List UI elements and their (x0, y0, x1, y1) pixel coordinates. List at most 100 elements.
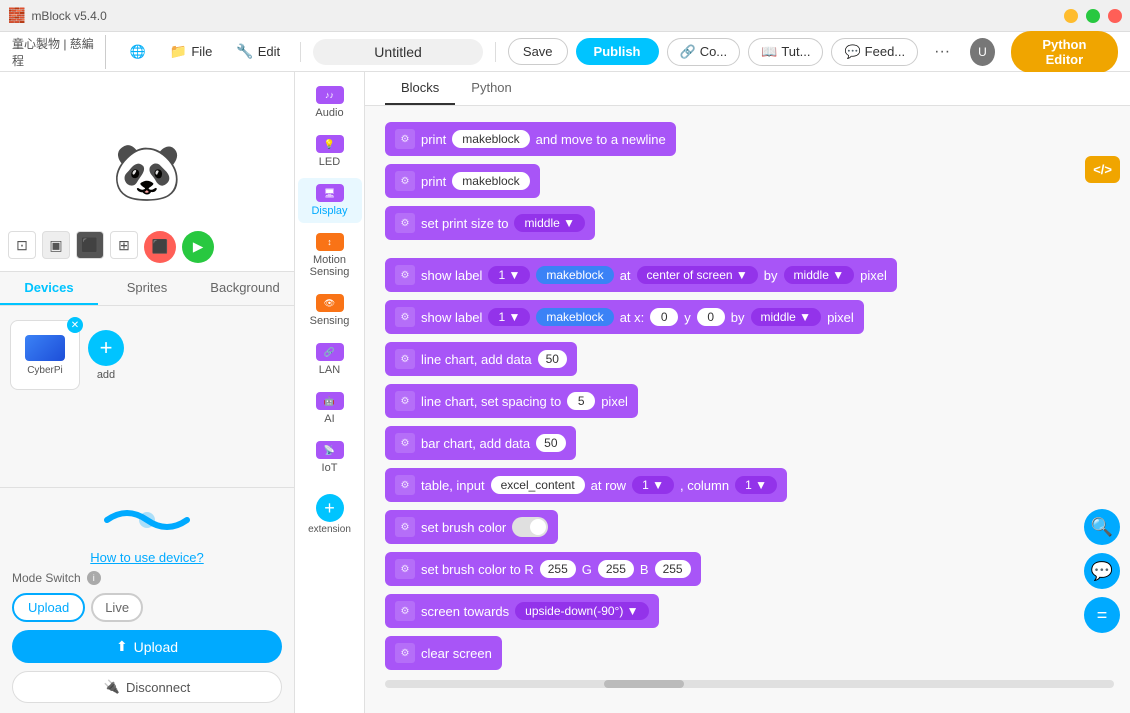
zoom-search-button[interactable]: 🔍 (1084, 509, 1120, 545)
block-body[interactable]: ⚙ screen towards upside-down(-90°) ▼ (385, 594, 659, 628)
user-avatar[interactable]: U (970, 38, 995, 66)
block-dropdown-align2[interactable]: middle ▼ (751, 308, 822, 326)
stop-button[interactable]: ⬛ (144, 231, 176, 263)
block-g-label: G (582, 562, 592, 577)
tab-background[interactable]: Background (196, 272, 294, 305)
block-r-val[interactable]: 255 (540, 560, 576, 578)
project-title-input[interactable] (313, 39, 483, 65)
add-extension-button[interactable]: + (316, 494, 344, 522)
maximize-button[interactable] (1086, 9, 1100, 23)
stage-grid-button[interactable]: ⊞ (110, 231, 138, 259)
how-to-use-link[interactable]: How to use device? (12, 550, 282, 565)
block-body[interactable]: ⚙ set brush color (385, 510, 558, 544)
edit-menu[interactable]: 🔧 Edit (228, 39, 288, 64)
category-motion[interactable]: ↕ Motion Sensing (298, 227, 362, 284)
feedback-icon: 💬 (844, 44, 860, 60)
block-body[interactable]: ⚙ bar chart, add data 50 (385, 426, 576, 460)
category-sensing[interactable]: 👁 Sensing (298, 288, 362, 333)
device-remove-button[interactable]: ✕ (67, 317, 83, 333)
publish-button[interactable]: Publish (576, 38, 659, 65)
run-button[interactable]: ▶ (182, 231, 214, 263)
feedback-button[interactable]: 💬 Feed... (831, 38, 918, 66)
tab-devices[interactable]: Devices (0, 272, 98, 305)
block-body[interactable]: ⚙ clear screen (385, 636, 502, 670)
connect-button[interactable]: 🔗 Co... (667, 38, 741, 66)
menu-bar: 童心製物 | 慈編程 🌐 📁 File 🔧 Edit Save Publish … (0, 32, 1130, 72)
block-handle-icon: ⚙ (395, 559, 415, 579)
block-dropdown-label-num[interactable]: 1 ▼ (488, 266, 530, 284)
block-x-val[interactable]: 0 (650, 308, 678, 326)
lan-icon: 🔗 (316, 343, 344, 361)
device-card-cyberpi[interactable]: ✕ CyberPi (10, 320, 80, 390)
block-body[interactable]: ⚙ show label 1 ▼ makeblock at x: 0 y 0 b… (385, 300, 864, 334)
zoom-chat-button[interactable]: 💬 (1084, 553, 1120, 589)
file-menu[interactable]: 📁 File (162, 39, 220, 64)
live-mode-button[interactable]: Live (91, 593, 143, 622)
stage-full-button[interactable]: ⬛ (76, 231, 104, 259)
tab-blocks[interactable]: Blocks (385, 72, 455, 105)
block-pill-excel[interactable]: excel_content (491, 476, 585, 494)
category-sidebar: ♪♪ Audio 💡 LED 🖥 Display ↕ Motion Sensin… (295, 72, 365, 713)
zoom-equals-button[interactable]: = (1084, 597, 1120, 633)
extension-label: extension (308, 524, 351, 535)
tab-python[interactable]: Python (455, 72, 527, 105)
block-bar-val[interactable]: 50 (536, 434, 565, 452)
block-body[interactable]: ⚙ set print size to middle ▼ (385, 206, 595, 240)
block-g-val[interactable]: 255 (598, 560, 634, 578)
save-button[interactable]: Save (508, 38, 568, 65)
block-dropdown-size[interactable]: middle ▼ (514, 214, 585, 232)
stage-half-button[interactable]: ▣ (42, 231, 70, 259)
block-dropdown-row[interactable]: 1 ▼ (632, 476, 674, 494)
category-audio[interactable]: ♪♪ Audio (298, 80, 362, 125)
block-pill-makeblock[interactable]: makeblock (452, 130, 529, 148)
close-button[interactable] (1108, 9, 1122, 23)
more-button[interactable]: ··· (926, 38, 958, 66)
h-scrollbar[interactable] (385, 680, 1114, 688)
disconnect-button[interactable]: 🔌 Disconnect (12, 671, 282, 703)
panda-sprite: 🐼 (107, 132, 187, 212)
block-body[interactable]: ⚙ show label 1 ▼ makeblock at center of … (385, 258, 897, 292)
block-body[interactable]: ⚙ line chart, set spacing to 5 pixel (385, 384, 638, 418)
block-b-val[interactable]: 255 (655, 560, 691, 578)
tab-sprites[interactable]: Sprites (98, 272, 196, 305)
block-pill-makeblock2[interactable]: makeblock (536, 266, 613, 284)
block-pill-makeblock[interactable]: makeblock (452, 172, 529, 190)
block-dropdown-align[interactable]: middle ▼ (784, 266, 855, 284)
block-y-val[interactable]: 0 (697, 308, 725, 326)
python-editor-button[interactable]: Python Editor (1011, 31, 1118, 73)
category-lan[interactable]: 🔗 LAN (298, 337, 362, 382)
add-device-button[interactable]: + (88, 330, 124, 366)
block-body[interactable]: ⚙ line chart, add data 50 (385, 342, 577, 376)
brush-color-toggle[interactable] (512, 517, 548, 537)
category-iot[interactable]: 📡 IoT (298, 435, 362, 480)
motion-icon: ↕ (316, 233, 344, 251)
audio-icon: ♪♪ (316, 86, 344, 104)
block-dropdown-col[interactable]: 1 ▼ (735, 476, 777, 494)
category-display[interactable]: 🖥 Display (298, 178, 362, 223)
block-pill-makeblock3[interactable]: makeblock (536, 308, 613, 326)
minimize-button[interactable] (1064, 9, 1078, 23)
upload-button[interactable]: ⬆ Upload (12, 630, 282, 663)
globe-icon: 🌐 (130, 44, 146, 60)
mode-switch-info-icon[interactable]: i (87, 571, 101, 585)
block-bar-chart-add: ⚙ bar chart, add data 50 (385, 426, 1114, 460)
stage-fit-button[interactable]: ⊡ (8, 231, 36, 259)
block-data-val[interactable]: 50 (538, 350, 567, 368)
block-dropdown-position[interactable]: center of screen ▼ (637, 266, 758, 284)
block-body[interactable]: ⚙ print makeblock and move to a newline (385, 122, 676, 156)
category-ai[interactable]: 🤖 AI (298, 386, 362, 431)
block-spacing-val[interactable]: 5 (567, 392, 595, 410)
code-tag-button[interactable]: </> (1085, 156, 1120, 183)
upload-mode-button[interactable]: Upload (12, 593, 85, 622)
block-dropdown-label-num2[interactable]: 1 ▼ (488, 308, 530, 326)
left-panel: 🐼 ⊡ ▣ ⬛ ⊞ ⬛ ▶ Devices Sprites Background… (0, 72, 295, 713)
block-body[interactable]: ⚙ set brush color to R 255 G 255 B 255 (385, 552, 701, 586)
block-dropdown-direction[interactable]: upside-down(-90°) ▼ (515, 602, 648, 620)
blocks-area[interactable]: ⚙ print makeblock and move to a newline … (365, 106, 1130, 713)
globe-button[interactable]: 🌐 (122, 40, 154, 64)
category-led[interactable]: 💡 LED (298, 129, 362, 174)
block-text: print (421, 132, 446, 147)
block-body[interactable]: ⚙ table, input excel_content at row 1 ▼ … (385, 468, 787, 502)
tutorial-button[interactable]: 📖 Tut... (748, 38, 823, 66)
block-body[interactable]: ⚙ print makeblock (385, 164, 540, 198)
